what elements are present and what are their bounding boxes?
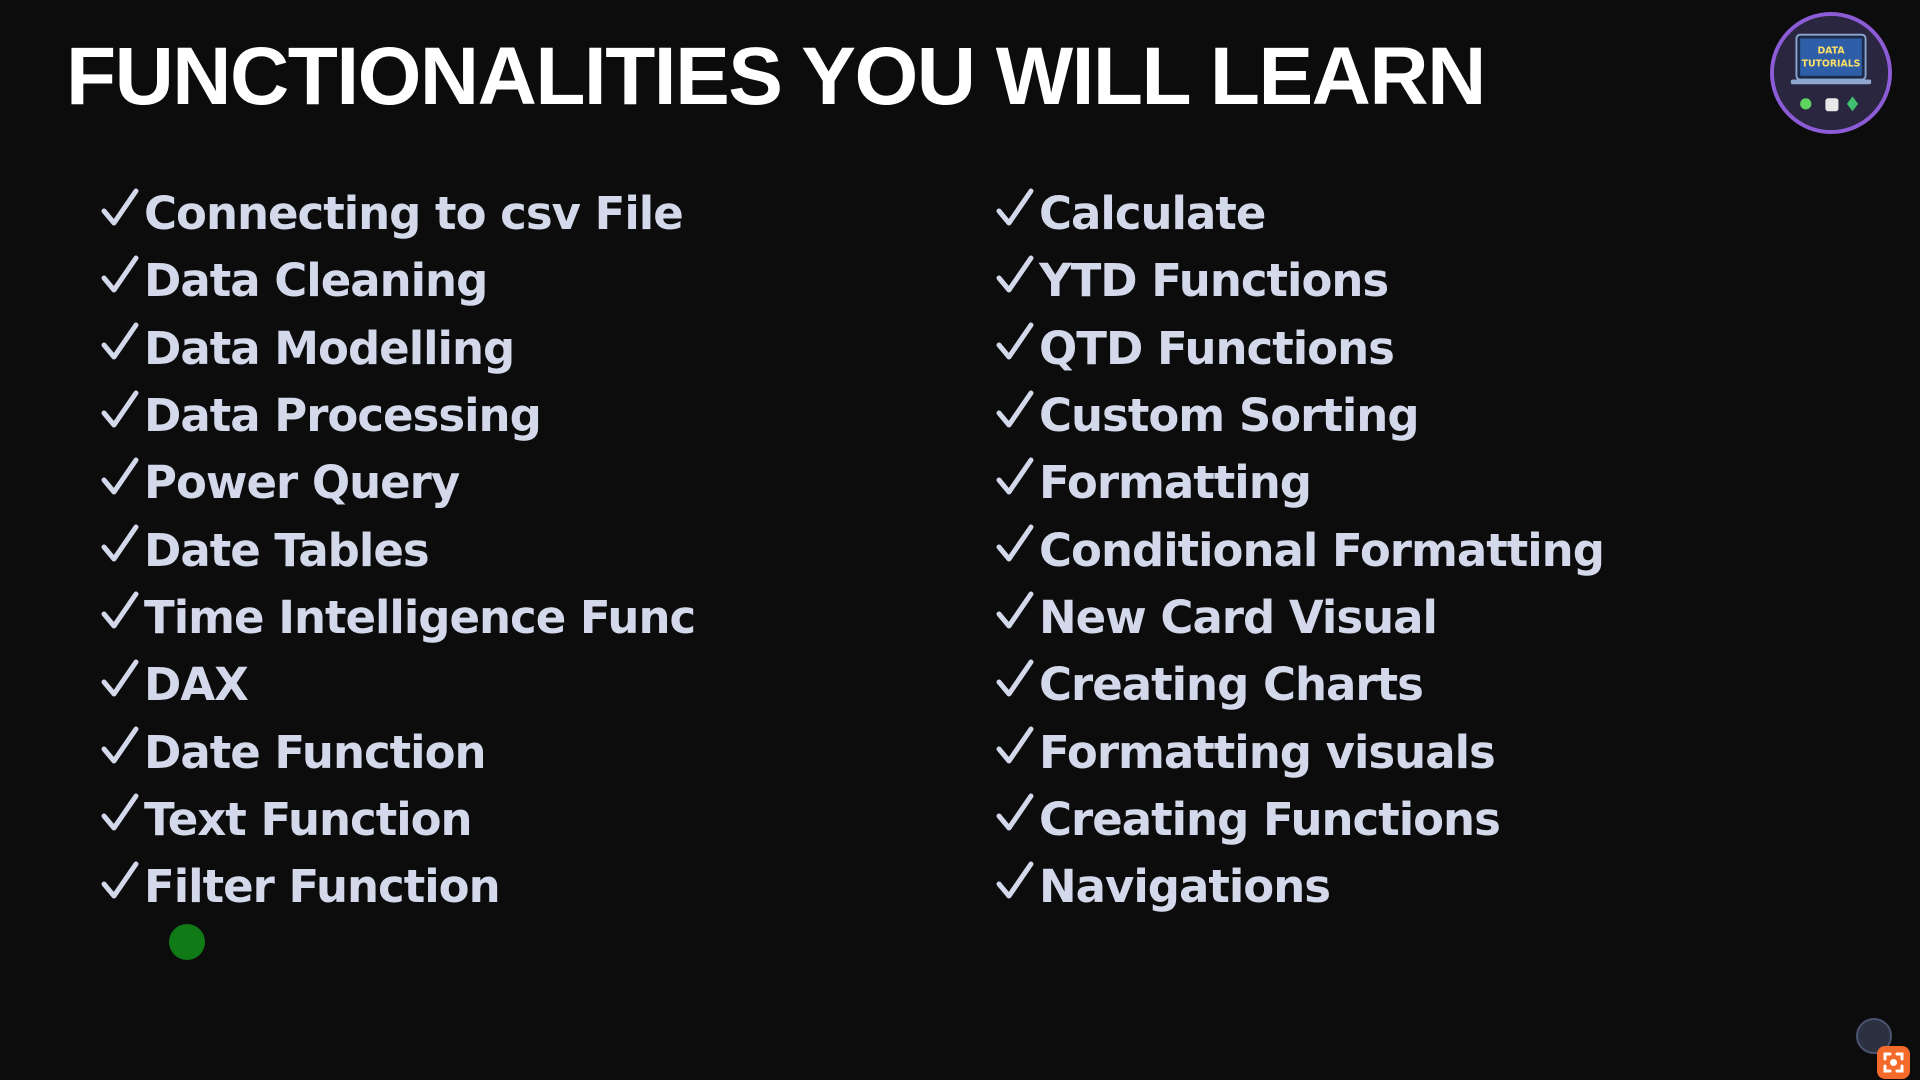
checkmark-icon: [995, 588, 1035, 634]
list-item-label: Creating Functions: [1039, 792, 1501, 846]
list-item-label: Conditional Formatting: [1039, 523, 1605, 577]
list-item-label: Data Cleaning: [144, 254, 488, 308]
list-item: Connecting to csv File: [100, 180, 695, 247]
list-item-label: YTD Functions: [1039, 254, 1389, 308]
list-item: Creating Charts: [995, 651, 1604, 718]
data-tutorials-logo: DATA TUTORIALS: [1770, 12, 1892, 134]
list-item-label: Text Function: [144, 792, 473, 846]
list-item-label: Connecting to csv File: [144, 187, 684, 241]
list-item: Formatting visuals: [995, 718, 1604, 785]
checkmark-icon: [995, 521, 1035, 567]
list-item-label: New Card Visual: [1039, 590, 1438, 644]
checkmark-icon: [100, 521, 140, 567]
checkmark-icon: [100, 252, 140, 298]
list-item: Data Cleaning: [100, 247, 695, 314]
checkmark-icon: [995, 387, 1035, 433]
list-item-label: Power Query: [144, 456, 460, 510]
list-item-label: Date Function: [144, 725, 487, 779]
slide-title: FUNCTIONALITIES YOU WILL LEARN: [66, 31, 1486, 122]
list-item: Date Function: [100, 718, 695, 785]
screen-capture-icon[interactable]: [1877, 1046, 1910, 1079]
list-item-label: Creating Charts: [1039, 658, 1424, 712]
list-item-label: Data Modelling: [144, 321, 515, 375]
checkmark-icon: [100, 790, 140, 836]
list-item-label: Custom Sorting: [1039, 389, 1420, 443]
laser-pointer-dot: [169, 924, 205, 960]
list-item-label: Date Tables: [144, 523, 430, 577]
list-item-label: Time Intelligence Func: [144, 590, 696, 644]
list-item-label: Navigations: [1039, 860, 1331, 914]
list-item: YTD Functions: [995, 247, 1604, 314]
list-item-label: Formatting: [1039, 456, 1312, 510]
list-item: QTD Functions: [995, 315, 1604, 382]
checkmark-icon: [995, 656, 1035, 702]
list-item: Formatting: [995, 449, 1604, 516]
list-item: Navigations: [995, 853, 1604, 920]
list-item-label: Data Processing: [144, 389, 542, 443]
list-item-label: Filter Function: [144, 860, 501, 914]
checkmark-icon: [100, 185, 140, 231]
checkmark-icon: [100, 387, 140, 433]
checkmark-icon: [100, 454, 140, 500]
list-item: Calculate: [995, 180, 1604, 247]
checkmark-icon: [100, 858, 140, 904]
list-item-label: QTD Functions: [1039, 321, 1395, 375]
list-item: Conditional Formatting: [995, 516, 1605, 583]
checkmark-icon: [100, 723, 140, 769]
left-functionality-list: Connecting to csv File Data Cleaning Dat…: [100, 180, 696, 920]
checkmark-icon: [995, 454, 1035, 500]
list-item: Power Query: [100, 449, 695, 516]
checkmark-icon: [995, 723, 1035, 769]
logo-text-tutorials: TUTORIALS: [1802, 58, 1861, 69]
checkmark-icon: [100, 319, 140, 365]
checkmark-icon: [995, 790, 1035, 836]
checkmark-icon: [995, 858, 1035, 904]
list-item: Filter Function: [100, 853, 695, 920]
list-item: DAX: [100, 651, 695, 718]
list-item: Custom Sorting: [995, 382, 1604, 449]
list-item-label: DAX: [144, 658, 249, 712]
list-item-label: Formatting visuals: [1039, 725, 1496, 779]
checkmark-icon: [995, 319, 1035, 365]
list-item: Data Processing: [100, 382, 695, 449]
list-item: Time Intelligence Func: [100, 584, 696, 651]
logo-text-data: DATA: [1817, 45, 1845, 56]
list-item: Data Modelling: [100, 315, 695, 382]
checkmark-icon: [995, 185, 1035, 231]
checkmark-icon: [100, 656, 140, 702]
list-item: Date Tables: [100, 516, 695, 583]
checkmark-icon: [100, 588, 140, 634]
list-item: New Card Visual: [995, 584, 1604, 651]
right-functionality-list: Calculate YTD Functions QTD Functions Cu…: [995, 180, 1605, 920]
checkmark-icon: [995, 252, 1035, 298]
list-item: Text Function: [100, 786, 695, 853]
list-item: Creating Functions: [995, 786, 1604, 853]
list-item-label: Calculate: [1039, 187, 1266, 241]
